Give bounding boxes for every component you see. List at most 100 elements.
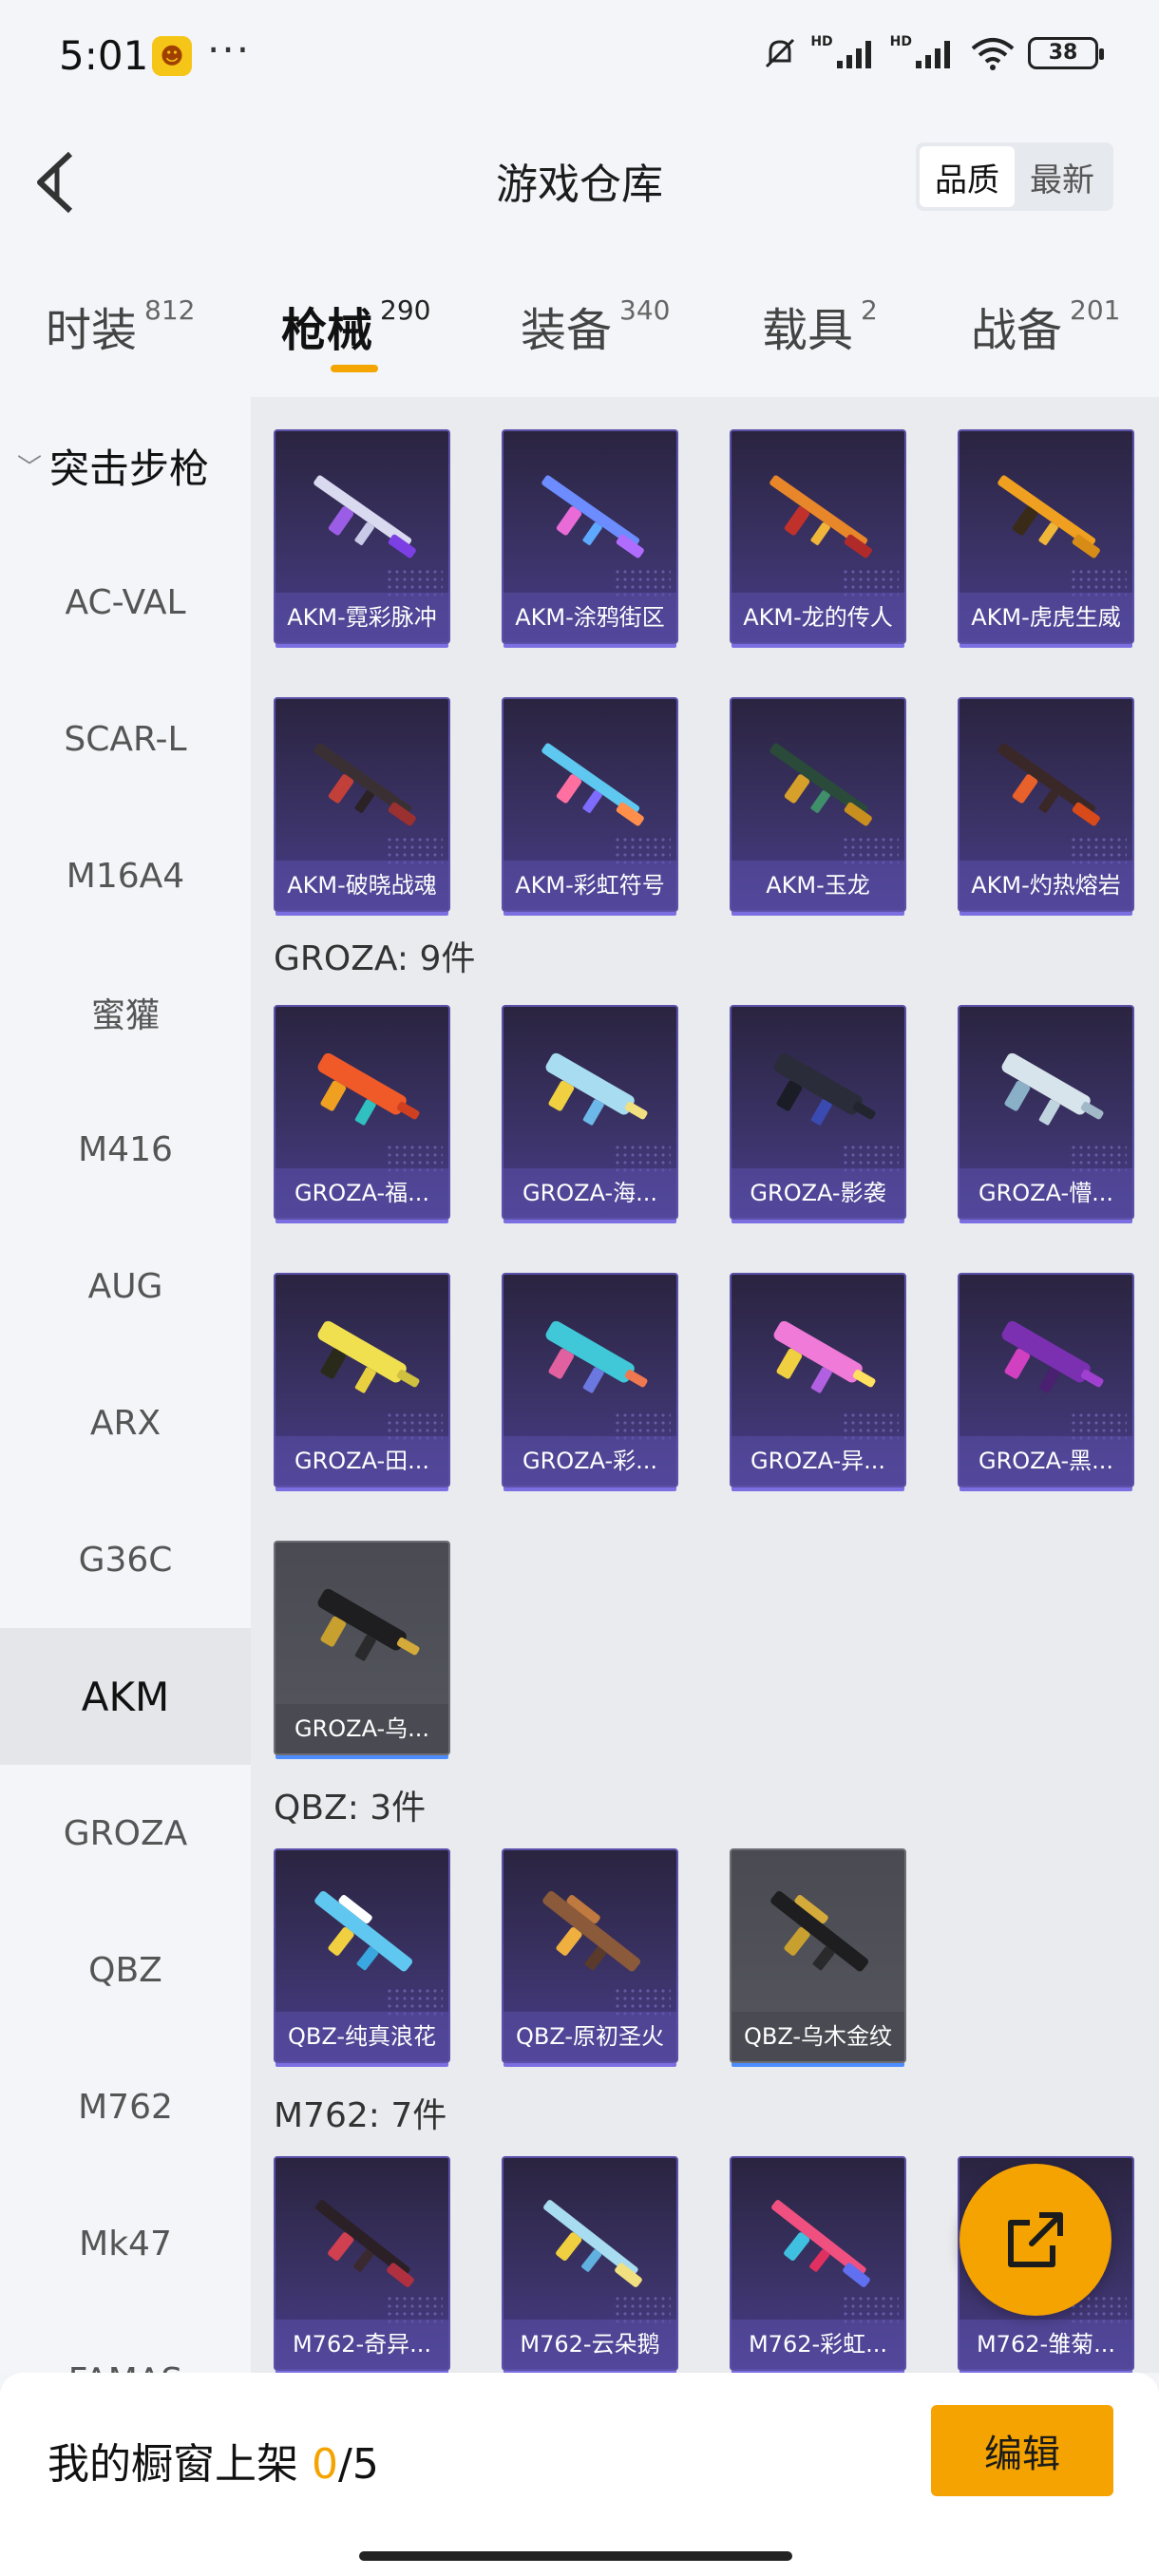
edit-button[interactable]: 编辑 bbox=[931, 2405, 1113, 2496]
sidebar-item-akm[interactable]: AKM bbox=[0, 1628, 251, 1765]
sort-quality-option[interactable]: 品质 bbox=[920, 146, 1015, 207]
rifle-skin-icon bbox=[545, 1320, 648, 1393]
weapon-card[interactable]: M762-云朵鹅 bbox=[502, 2156, 678, 2371]
weapon-card[interactable]: QBZ-纯真浪花 bbox=[274, 1848, 450, 2063]
tab-label: 时装 bbox=[46, 304, 138, 357]
sort-toggle: 品质 最新 bbox=[916, 142, 1113, 211]
rifle-skin-icon bbox=[770, 475, 872, 559]
rifle-skin-icon bbox=[1001, 1052, 1104, 1126]
weapon-card[interactable]: GROZA-乌... bbox=[274, 1541, 450, 1755]
chevron-down-icon: ﹀ bbox=[17, 454, 43, 483]
weapon-name: M762-彩虹... bbox=[732, 2320, 904, 2369]
rifle-skin-icon bbox=[317, 1588, 420, 1661]
sidebar-item-m16a4[interactable]: M16A4 bbox=[0, 807, 251, 944]
sidebar-item-qbz[interactable]: QBZ bbox=[0, 1902, 251, 2038]
weapon-name: M762-云朵鹅 bbox=[504, 2320, 676, 2369]
showcase-count: 0 bbox=[312, 2440, 338, 2489]
weapon-card[interactable]: AKM-霓彩脉冲 bbox=[274, 429, 450, 644]
category-tabs: 时装 812 枪械 290 装备 340 载具 2 战备 201 bbox=[0, 245, 1159, 397]
weapon-card[interactable]: GROZA-福... bbox=[274, 1005, 450, 1220]
tab-count: 812 bbox=[144, 294, 196, 326]
weapon-card[interactable]: QBZ-原初圣火 bbox=[502, 1848, 678, 2063]
status-bar: 5:01 ☻ ··· HD HD 38 bbox=[0, 0, 1159, 112]
status-time: 5:01 bbox=[59, 32, 149, 79]
category-label: 突击步枪 bbox=[49, 445, 210, 492]
sidebar-item-mk47[interactable]: Mk47 bbox=[0, 2175, 251, 2312]
rifle-skin-icon bbox=[770, 1890, 869, 1972]
weapon-card[interactable]: GROZA-异... bbox=[730, 1273, 906, 1487]
rifle-skin-icon bbox=[542, 1890, 641, 1972]
weapon-card[interactable]: GROZA-黑... bbox=[958, 1273, 1134, 1487]
rifle-skin-icon bbox=[773, 1320, 876, 1393]
weapon-card[interactable]: AKM-涂鸦街区 bbox=[502, 429, 678, 644]
sidebar-item-aug[interactable]: AUG bbox=[0, 1218, 251, 1354]
rifle-skin-icon bbox=[315, 2200, 414, 2287]
weapon-name: GROZA-海... bbox=[504, 1168, 676, 1218]
rifle-skin-icon bbox=[542, 475, 644, 559]
status-icons: HD HD 38 bbox=[761, 34, 1104, 72]
share-fab-button[interactable] bbox=[960, 2164, 1112, 2316]
weapon-card[interactable]: GROZA-懵... bbox=[958, 1005, 1134, 1220]
sidebar-item-famas[interactable]: FAMAS bbox=[0, 2312, 251, 2374]
hd-label: HD bbox=[889, 34, 912, 49]
tab-fashion[interactable]: 时装 812 bbox=[46, 293, 195, 359]
rifle-skin-icon bbox=[543, 2200, 642, 2287]
rifle-skin-icon bbox=[314, 475, 416, 559]
weapon-card[interactable]: GROZA-彩... bbox=[502, 1273, 678, 1487]
rifle-skin-icon bbox=[542, 743, 644, 826]
sidebar-item-g36c[interactable]: G36C bbox=[0, 1491, 251, 1628]
rifle-skin-icon bbox=[771, 2200, 870, 2287]
rifle-skin-icon bbox=[770, 743, 872, 826]
weapon-name: AKM-彩虹符号 bbox=[504, 861, 676, 910]
active-tab-indicator bbox=[331, 365, 378, 372]
weapon-name: M762-雏菊... bbox=[960, 2320, 1132, 2369]
top-header: 游戏仓库 品质 最新 bbox=[0, 112, 1159, 245]
showcase-label: 我的橱窗上架 bbox=[48, 2440, 298, 2489]
sidebar-item-ac-val[interactable]: AC-VAL bbox=[0, 534, 251, 671]
sidebar-item-groza[interactable]: GROZA bbox=[0, 1765, 251, 1902]
weapon-card[interactable]: AKM-灼热熔岩 bbox=[958, 697, 1134, 912]
sidebar-item-arx[interactable]: ARX bbox=[0, 1354, 251, 1491]
rifle-skin-icon bbox=[773, 1052, 876, 1126]
weapon-name: GROZA-福... bbox=[276, 1168, 448, 1218]
sort-latest-option[interactable]: 最新 bbox=[1015, 146, 1110, 207]
weapon-name: QBZ-乌木金纹 bbox=[732, 2012, 904, 2061]
weapon-name: AKM-龙的传人 bbox=[732, 593, 904, 642]
more-notifications-icon: ··· bbox=[207, 27, 252, 73]
app-notification-icon: ☻ bbox=[152, 36, 192, 76]
weapon-card[interactable]: AKM-彩虹符号 bbox=[502, 697, 678, 912]
tab-vehicles[interactable]: 载具 2 bbox=[762, 293, 878, 359]
home-indicator[interactable] bbox=[359, 2551, 792, 2561]
weapon-card[interactable]: AKM-虎虎生威 bbox=[958, 429, 1134, 644]
category-header[interactable]: ﹀ 突击步枪 bbox=[17, 437, 209, 495]
sidebar-item-honey-badger[interactable]: 蜜獾 bbox=[0, 944, 251, 1081]
weapon-name: AKM-虎虎生威 bbox=[960, 593, 1132, 642]
rifle-skin-icon bbox=[317, 1052, 420, 1126]
showcase-total: /5 bbox=[338, 2440, 379, 2489]
tab-count: 290 bbox=[380, 294, 431, 326]
weapon-name: AKM-涂鸦街区 bbox=[504, 593, 676, 642]
weapon-card[interactable]: GROZA-田... bbox=[274, 1273, 450, 1487]
tab-count: 2 bbox=[861, 294, 878, 326]
sidebar-item-m416[interactable]: M416 bbox=[0, 1081, 251, 1218]
tab-equipment[interactable]: 装备 340 bbox=[521, 293, 670, 359]
section-title-m762: M762: 7件 bbox=[274, 2096, 447, 2135]
weapon-name: GROZA-乌... bbox=[276, 1704, 448, 1753]
showcase-status: 我的橱窗上架 0/5 bbox=[48, 2430, 379, 2491]
weapon-card[interactable]: AKM-破晓战魂 bbox=[274, 697, 450, 912]
weapon-card[interactable]: GROZA-海... bbox=[502, 1005, 678, 1220]
tab-combat-gear[interactable]: 战备 201 bbox=[971, 293, 1120, 359]
weapon-grid: AKM-霓彩脉冲 AKM-涂鸦街区 AKM-龙的传人 AKM-虎虎生威 AKM-… bbox=[251, 397, 1159, 2373]
rifle-skin-icon bbox=[314, 743, 416, 826]
weapon-card[interactable]: GROZA-影袭 bbox=[730, 1005, 906, 1220]
mute-icon bbox=[766, 38, 795, 68]
weapon-card[interactable]: M762-奇异... bbox=[274, 2156, 450, 2371]
weapon-card[interactable]: AKM-龙的传人 bbox=[730, 429, 906, 644]
weapon-card[interactable]: QBZ-乌木金纹 bbox=[730, 1848, 906, 2063]
sidebar-item-scar-l[interactable]: SCAR-L bbox=[0, 671, 251, 807]
tab-guns[interactable]: 枪械 290 bbox=[281, 293, 430, 359]
weapon-card[interactable]: AKM-玉龙 bbox=[730, 697, 906, 912]
signal-icon bbox=[916, 41, 950, 68]
sidebar-item-m762[interactable]: M762 bbox=[0, 2038, 251, 2175]
weapon-card[interactable]: M762-彩虹... bbox=[730, 2156, 906, 2371]
